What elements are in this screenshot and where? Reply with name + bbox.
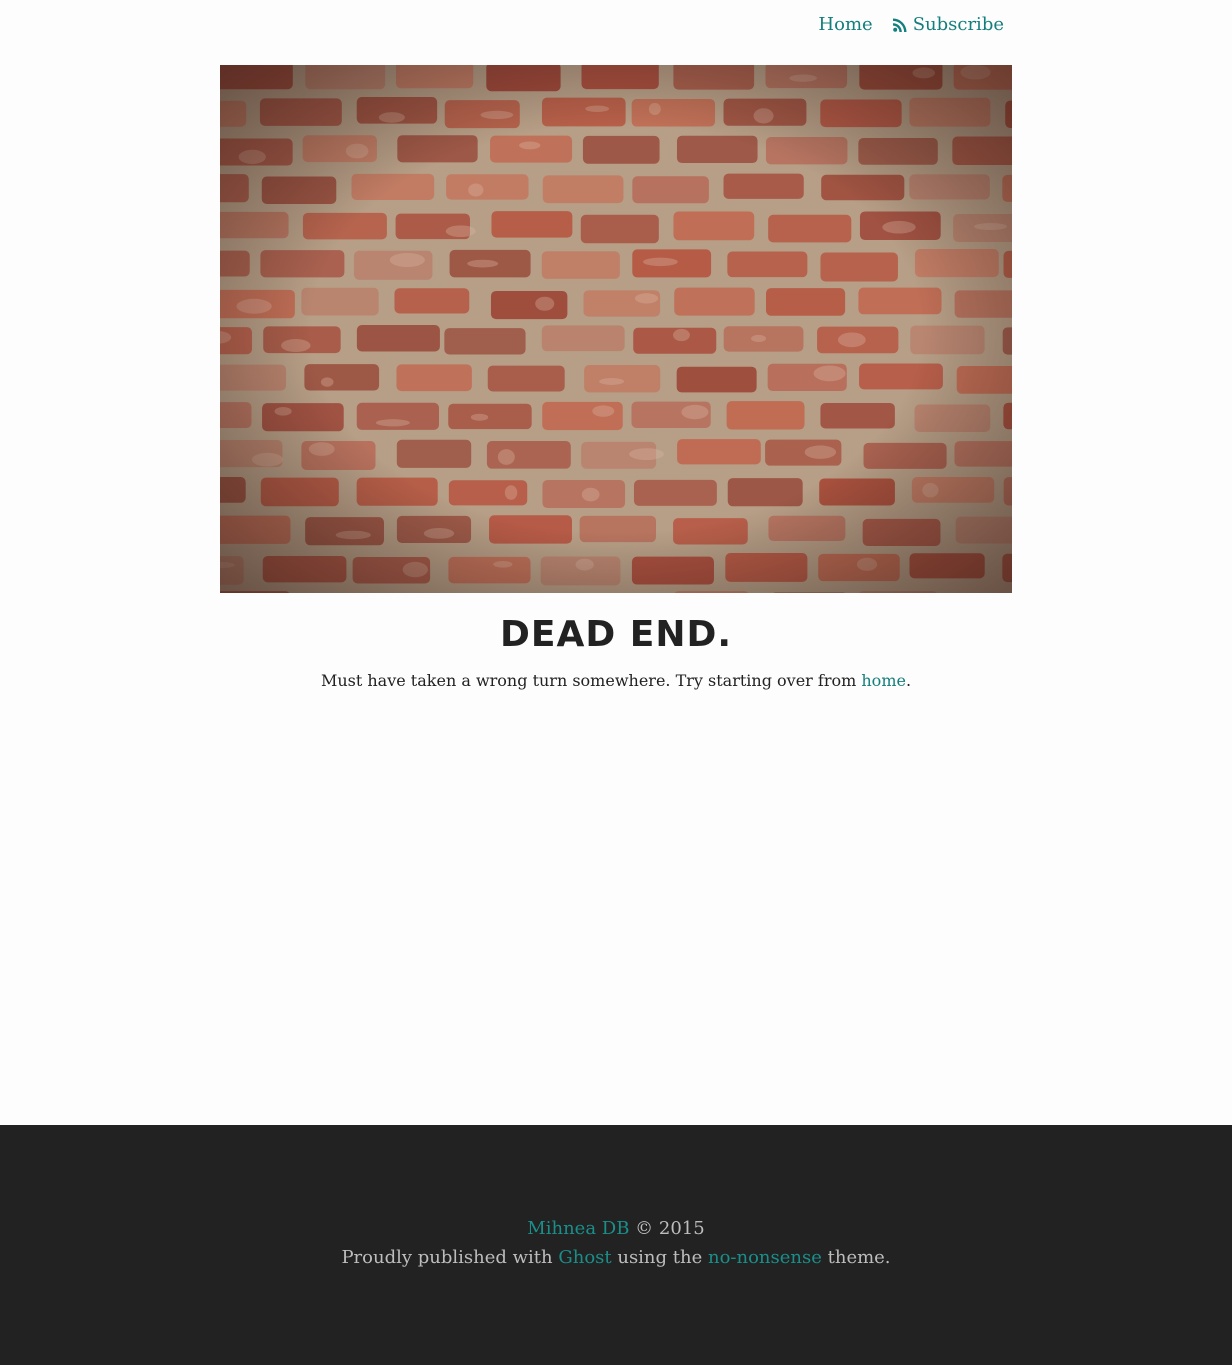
ghost-link[interactable]: Ghost [558,1247,611,1268]
nav-home-link[interactable]: Home [818,14,872,35]
theme-link[interactable]: no-nonsense [708,1247,822,1268]
footer-credits: Proudly published with Ghost using the n… [0,1247,1232,1268]
message-end: . [905,671,912,690]
nav-subscribe-link[interactable]: Subscribe [892,14,1004,35]
published-prefix: Proudly published with [341,1247,559,1268]
home-link[interactable]: home [861,671,906,690]
page-title: DEAD END. [499,614,733,655]
brick-wall-image [220,65,1012,593]
rss-icon [892,18,907,32]
nav-subscribe-label: Subscribe [912,14,1004,35]
top-nav: Home Subscribe [818,14,1004,35]
theme-suffix: theme. [821,1247,891,1268]
author-link[interactable]: Mihnea DB [527,1218,629,1239]
error-message: Must have taken a wrong turn somewhere. … [0,671,1232,690]
footer: Mihnea DB © 2015 Proudly published with … [0,1125,1232,1365]
message-text: Must have taken a wrong turn somewhere. … [320,671,862,690]
copyright-text: © 2015 [629,1218,705,1239]
using-text: using the [611,1247,708,1268]
footer-copyright: Mihnea DB © 2015 [0,1218,1232,1239]
hero-image [220,65,1012,593]
